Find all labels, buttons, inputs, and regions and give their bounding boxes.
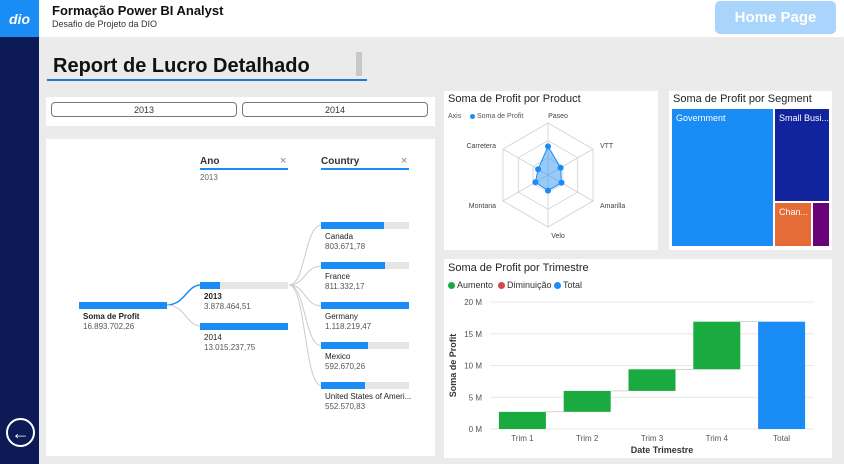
country-bar-fill bbox=[321, 382, 365, 389]
radar-point-montana[interactable] bbox=[532, 179, 539, 186]
country-bar-fill bbox=[321, 222, 385, 229]
country-label: United States of Ameri... bbox=[325, 392, 412, 401]
root-bar bbox=[79, 302, 167, 309]
treemap-tile-government[interactable]: Government bbox=[672, 109, 773, 246]
x-tick-label-trim-1: Trim 1 bbox=[511, 434, 534, 443]
waterfall-bar-total[interactable] bbox=[758, 321, 806, 429]
y-tick-label: 15 M bbox=[464, 330, 482, 339]
year-label: 2014 bbox=[204, 333, 222, 342]
country-label: Canada bbox=[325, 232, 354, 241]
treemap-tile-small-business[interactable]: Small Busi... bbox=[775, 109, 829, 201]
radar-point-carretera[interactable] bbox=[535, 166, 542, 173]
country-label: Germany bbox=[325, 312, 358, 321]
year-bar-fill bbox=[200, 282, 221, 289]
waterfall-bar-trim-4[interactable] bbox=[693, 321, 741, 370]
y-tick-label: 0 M bbox=[469, 425, 483, 434]
treemap-tile-other[interactable] bbox=[813, 203, 829, 246]
root-label: Soma de Profit bbox=[83, 312, 140, 321]
year-value: 13.015.237,75 bbox=[204, 343, 256, 352]
sidebar: dio ← bbox=[0, 0, 39, 464]
country-bar-fill bbox=[321, 302, 409, 309]
treemap-title: Soma de Profit por Segment bbox=[673, 93, 812, 105]
year-value: 3.878.464,51 bbox=[204, 302, 251, 311]
slicer-option-2014[interactable]: 2014 bbox=[242, 102, 428, 117]
country-value: 1.118.219,47 bbox=[325, 322, 372, 331]
country-label: France bbox=[325, 272, 350, 281]
x-tick-label-trim-4: Trim 4 bbox=[706, 434, 729, 443]
y-tick-label: 5 M bbox=[469, 393, 483, 402]
report-title: Report de Lucro Detalhado bbox=[53, 55, 310, 77]
treemap-card: Soma de Profit por Segment Government Sm… bbox=[669, 91, 832, 250]
radar-axis-label-carretera: Carretera bbox=[466, 143, 496, 150]
radar-point-amarilla[interactable] bbox=[558, 179, 565, 186]
country-value: 552.570,83 bbox=[325, 402, 366, 411]
radar-axis-label-paseo: Paseo bbox=[548, 113, 568, 120]
decomposition-tree: Ano × 2013 Country × Soma de Profit 16.8… bbox=[46, 139, 435, 456]
app-title: Formação Power BI Analyst bbox=[52, 3, 224, 18]
radar-point-velo[interactable] bbox=[545, 187, 551, 194]
radar-axis-label-montana: Montana bbox=[469, 203, 496, 210]
back-arrow-icon[interactable]: ← bbox=[6, 418, 35, 447]
x-axis-title: Date Trimestre bbox=[631, 445, 694, 455]
app-subtitle: Desafio de Projeto da DIO bbox=[52, 19, 158, 29]
slicer-option-2013[interactable]: 2013 bbox=[51, 102, 237, 117]
y-axis-title: Soma de Profit bbox=[448, 334, 458, 398]
report-title-box: Report de Lucro Detalhado bbox=[47, 52, 367, 81]
y-tick-label: 10 M bbox=[464, 362, 482, 371]
year-bar-fill bbox=[200, 323, 288, 330]
radar-point-paseo[interactable] bbox=[545, 143, 551, 150]
x-tick-label-total: Total bbox=[773, 434, 790, 443]
treemap-tile-channel[interactable]: Chan... bbox=[775, 203, 811, 246]
waterfall-bar-trim-2[interactable] bbox=[563, 390, 611, 412]
root-value: 16.893.702,26 bbox=[83, 322, 135, 331]
radar-chart-card: Soma de Profit por Product Axis Soma de … bbox=[444, 91, 658, 250]
country-label: Mexico bbox=[325, 352, 351, 361]
year-slicer: 2013 2014 bbox=[46, 97, 435, 126]
radar-axis-label-amarilla: Amarilla bbox=[600, 203, 625, 210]
country-bar-fill bbox=[321, 342, 368, 349]
x-tick-label-trim-3: Trim 3 bbox=[641, 434, 664, 443]
waterfall-bar-trim-1[interactable] bbox=[498, 411, 546, 429]
radar-plot: Paseo VTT Amarilla Velo Montana Carretera bbox=[466, 113, 625, 240]
dio-logo: dio bbox=[0, 0, 39, 37]
year-label: 2013 bbox=[204, 292, 222, 301]
radar-axis-label-velo: Velo bbox=[551, 233, 565, 240]
country-value: 592.670,26 bbox=[325, 362, 366, 371]
home-page-button[interactable]: Home Page bbox=[715, 1, 836, 34]
country-value: 811.332,17 bbox=[325, 282, 365, 291]
title-accent-bar bbox=[356, 52, 362, 76]
tree-connectors bbox=[165, 224, 323, 387]
waterfall-chart-card: Soma de Profit por Trimestre Aumento Dim… bbox=[444, 259, 832, 458]
header: Formação Power BI Analyst Desafio de Pro… bbox=[39, 0, 844, 37]
waterfall-bar-trim-3[interactable] bbox=[628, 369, 676, 391]
country-value: 803.671,78 bbox=[325, 242, 366, 251]
radar-axis-label-vtt: VTT bbox=[600, 143, 614, 150]
country-bar-fill bbox=[321, 262, 386, 269]
y-tick-label: 20 M bbox=[464, 298, 482, 307]
x-tick-label-trim-2: Trim 2 bbox=[576, 434, 599, 443]
waterfall-plot: 0 M 5 M 10 M 15 M 20 M Trim 1 Trim 2 Trim 3 Trim… bbox=[448, 298, 814, 455]
radar-point-vtt[interactable] bbox=[557, 164, 564, 171]
